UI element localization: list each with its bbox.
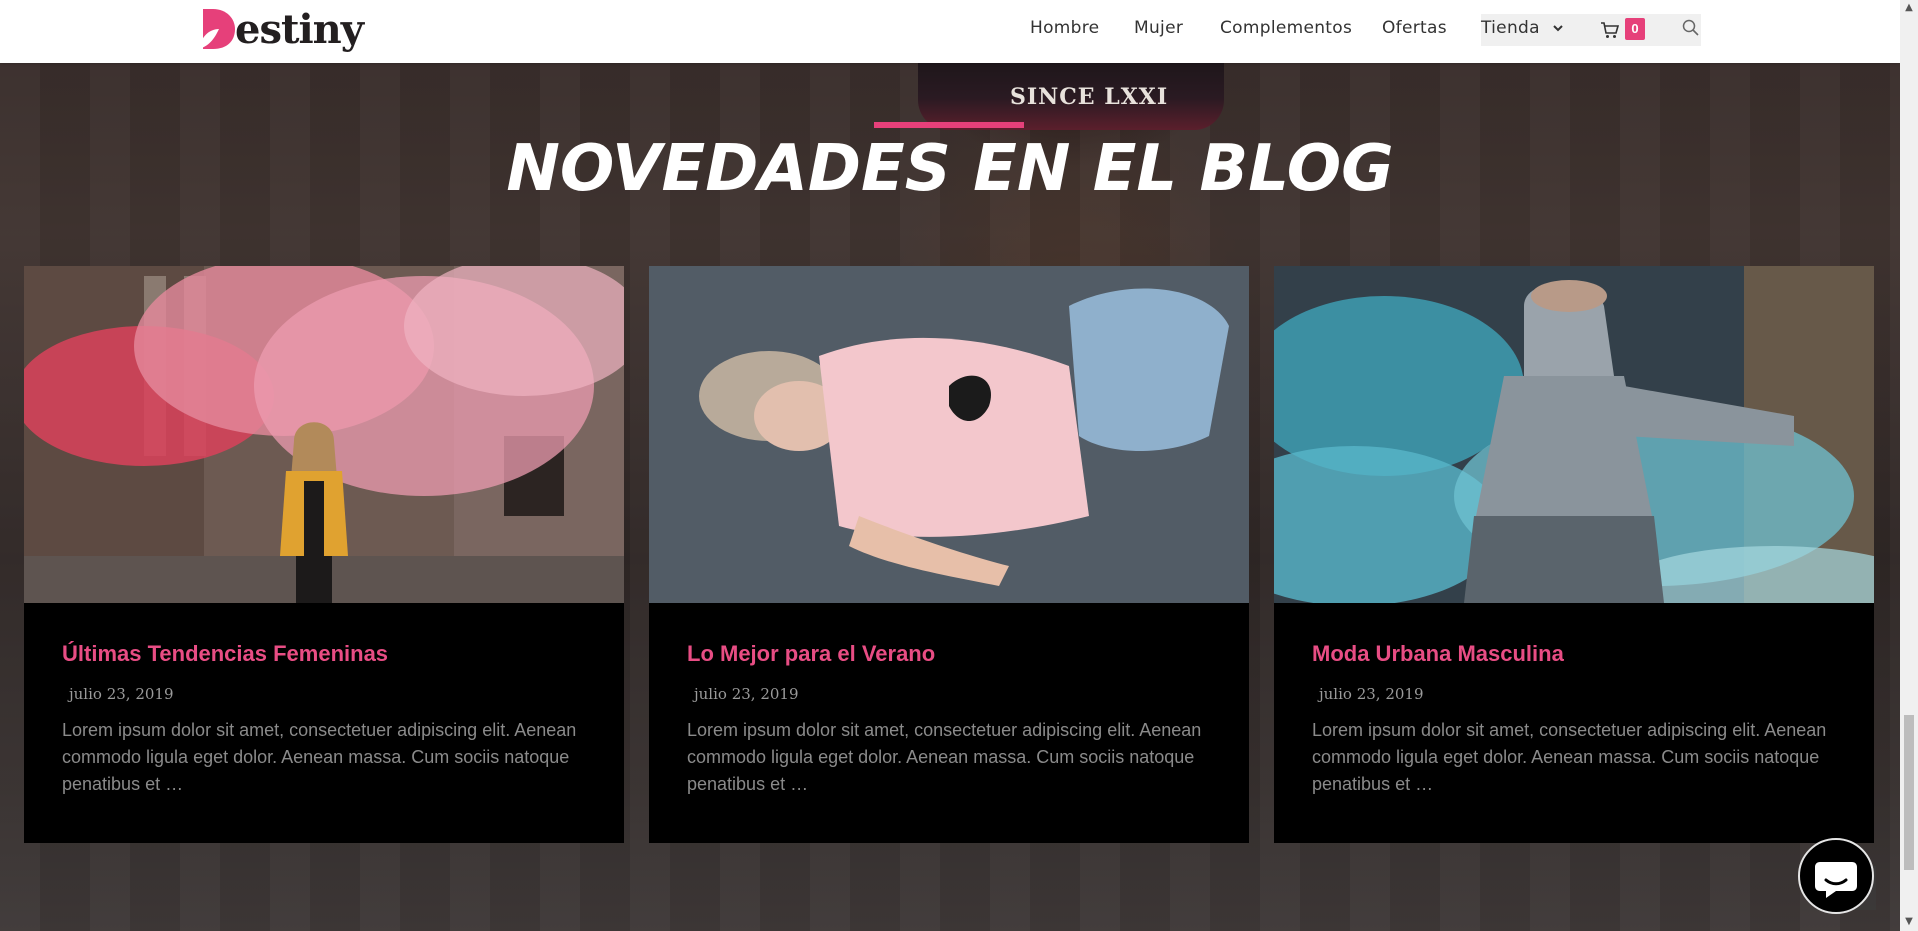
blog-card[interactable]: Moda Urbana Masculina julio 23, 2019 Lor… xyxy=(1274,266,1874,843)
section-title-accent xyxy=(874,122,1024,128)
blog-card-image[interactable] xyxy=(649,266,1249,603)
scroll-down-arrow-icon[interactable]: ▼ xyxy=(1903,916,1915,928)
logo-wordmark: estiny xyxy=(235,5,364,53)
scroll-up-arrow-icon[interactable]: ▲ xyxy=(1903,2,1915,14)
blog-card[interactable]: Últimas Tendencias Femeninas julio 23, 2… xyxy=(24,266,624,843)
nav-item-hombre[interactable]: Hombre xyxy=(1030,18,1099,38)
nav-item-tienda-label: Tienda xyxy=(1481,18,1540,38)
blog-card-title[interactable]: Lo Mejor para el Verano xyxy=(687,641,1227,667)
chat-widget-button[interactable] xyxy=(1798,838,1874,914)
cart-count-badge: 0 xyxy=(1625,18,1645,40)
section-title: NOVEDADES EN EL BLOG xyxy=(506,132,1394,206)
blog-card-date: julio 23, 2019 xyxy=(694,685,799,703)
cart-icon[interactable] xyxy=(1600,20,1620,40)
blog-card-title[interactable]: Últimas Tendencias Femeninas xyxy=(62,641,602,667)
site-logo[interactable]: estiny xyxy=(197,4,364,54)
nav-item-ofertas[interactable]: Ofertas xyxy=(1382,18,1447,38)
site-header: estiny Hombre Mujer Complementos Ofertas… xyxy=(0,0,1900,63)
blog-card-date: julio 23, 2019 xyxy=(69,685,174,703)
blog-card[interactable]: Lo Mejor para el Verano julio 23, 2019 L… xyxy=(649,266,1249,843)
blog-card-image[interactable] xyxy=(24,266,624,603)
scrollbar-thumb[interactable] xyxy=(1904,715,1914,870)
search-icon[interactable] xyxy=(1682,19,1700,37)
blog-card-body: Últimas Tendencias Femeninas julio 23, 2… xyxy=(62,641,602,798)
blog-card-date: julio 23, 2019 xyxy=(1319,685,1424,703)
blog-card-body: Lo Mejor para el Verano julio 23, 2019 L… xyxy=(687,641,1227,798)
cap-print: SINCE LXXI xyxy=(1010,84,1169,110)
blog-card-body: Moda Urbana Masculina julio 23, 2019 Lor… xyxy=(1312,641,1852,798)
blog-card-image[interactable] xyxy=(1274,266,1874,603)
chat-bubble-icon xyxy=(1815,862,1857,898)
nav-item-complementos[interactable]: Complementos xyxy=(1220,18,1352,38)
blog-card-title[interactable]: Moda Urbana Masculina xyxy=(1312,641,1852,667)
chevron-down-icon xyxy=(1552,25,1563,32)
logo-mark-icon xyxy=(197,7,235,51)
blog-card-excerpt: Lorem ipsum dolor sit amet, consectetuer… xyxy=(687,720,1202,794)
blog-card-excerpt: Lorem ipsum dolor sit amet, consectetuer… xyxy=(1312,720,1827,794)
nav-item-mujer[interactable]: Mujer xyxy=(1134,18,1183,38)
nav-item-tienda[interactable]: Tienda xyxy=(1481,18,1564,38)
blog-card-excerpt: Lorem ipsum dolor sit amet, consectetuer… xyxy=(62,720,577,794)
